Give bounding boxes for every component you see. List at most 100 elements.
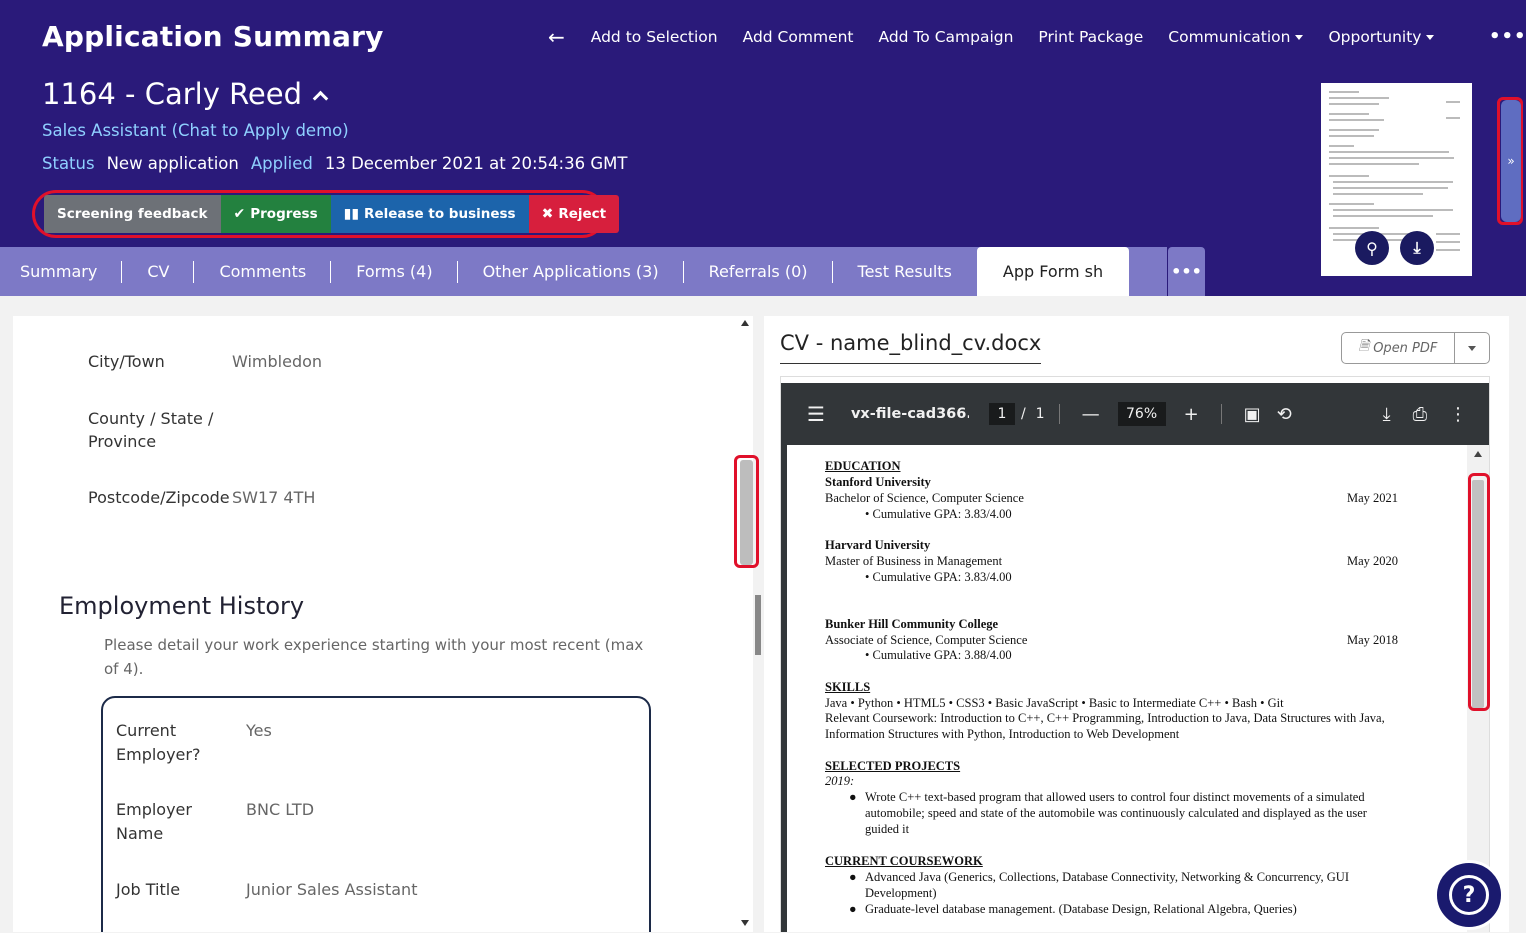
release-to-business-button[interactable]: ▮▮ Release to business (330, 195, 529, 233)
page-scrollbar-thumb[interactable] (755, 595, 761, 655)
communication-dropdown[interactable]: Communication (1168, 28, 1304, 46)
download-icon[interactable]: ⤓ (1400, 231, 1434, 265)
add-comment-link[interactable]: Add Comment (743, 28, 854, 46)
print-package-link[interactable]: Print Package (1038, 28, 1143, 46)
bottom-strip (0, 933, 1526, 951)
postcode-value: SW17 4TH (232, 488, 316, 507)
tab-test-results[interactable]: Test Results (833, 247, 977, 296)
tab-referrals[interactable]: Referrals (0) (684, 247, 833, 296)
thumb-line (1446, 117, 1460, 119)
download-icon[interactable]: ⤓ (1383, 404, 1391, 425)
more-options-icon[interactable]: ••• (1489, 26, 1526, 47)
tab-more-button[interactable]: ••• (1168, 247, 1205, 296)
top-nav: ← Add to Selection Add Comment Add To Ca… (548, 25, 1459, 49)
job-title-link[interactable]: Sales Assistant (Chat to Apply demo) (42, 121, 349, 140)
date: May 2021 (1347, 491, 1399, 505)
thumb-line (1329, 119, 1384, 121)
file-pdf-icon: 🗎 (1358, 339, 1374, 354)
city-town-label: City/Town (88, 352, 165, 371)
thumb-line (1329, 103, 1379, 105)
open-pdf-button-group: 🗎 Open PDF (1341, 332, 1490, 364)
status-label: Status (42, 154, 95, 173)
tab-label: Comments (219, 262, 307, 281)
job-title-label: Job Title (116, 880, 181, 899)
opportunity-label: Opportunity (1328, 28, 1422, 46)
bullet: ● (849, 870, 857, 884)
course-line: Advanced Java (Generics, Collections, Da… (865, 870, 1349, 884)
thumb-line (1329, 129, 1379, 131)
scroll-up-arrow-icon[interactable] (1474, 451, 1482, 457)
thumb-line (1333, 181, 1453, 183)
tab-other-applications[interactable]: Other Applications (3) (458, 247, 684, 296)
coursework-heading: CURRENT COURSEWORK (825, 854, 983, 868)
status-line: Status New application Applied 13 Decemb… (42, 154, 639, 173)
thumb-line (1329, 227, 1379, 229)
more-vertical-icon[interactable]: ⋮ (1449, 404, 1467, 425)
postcode-label: Postcode/Zipcode (88, 488, 230, 507)
tab-label: CV (147, 262, 170, 281)
open-pdf-button[interactable]: 🗎 Open PDF (1342, 333, 1455, 363)
open-pdf-dropdown[interactable] (1455, 333, 1489, 363)
tabs: Summary CV Comments Forms (4) Other Appl… (0, 247, 1130, 296)
tab-comments[interactable]: Comments (194, 247, 332, 296)
add-to-selection-link[interactable]: Add to Selection (591, 28, 718, 46)
current-employer-label: Current Employer? (116, 719, 200, 767)
applied-label: Applied (250, 154, 313, 173)
projects-heading: SELECTED PROJECTS (825, 759, 961, 773)
applied-value: 13 December 2021 at 20:54:36 GMT (324, 154, 628, 173)
help-button[interactable]: ? (1434, 860, 1504, 930)
thumb-line (1446, 101, 1460, 103)
cv-thumbnail[interactable] (1321, 83, 1472, 276)
zoom-in-icon[interactable]: ⚲ (1355, 231, 1389, 265)
thumb-line (1329, 97, 1389, 99)
opportunity-dropdown[interactable]: Opportunity (1328, 28, 1435, 46)
chevron-up-icon[interactable] (312, 90, 329, 106)
rotate-icon[interactable]: ⟲ (1277, 404, 1292, 425)
zoom-in-plus-icon[interactable]: + (1184, 404, 1199, 425)
question-mark-icon: ? (1449, 875, 1489, 915)
progress-label: Progress (250, 206, 318, 222)
county-label-line1: County / State / (88, 409, 214, 428)
tab-cv[interactable]: CV (122, 247, 195, 296)
degree: Bachelor of Science, Computer Science (825, 491, 1024, 505)
tab-label: App Form sh (1002, 262, 1104, 281)
project-line: guided it (865, 822, 910, 836)
label-line: Name (116, 824, 164, 843)
gpa: • Cumulative GPA: 3.88/4.00 (865, 648, 1012, 662)
candidate-header[interactable]: 1164 - Carly Reed (42, 77, 329, 111)
screening-feedback-button[interactable]: Screening feedback (44, 195, 221, 233)
tab-label: Referrals (0) (708, 262, 808, 281)
progress-button[interactable]: ✔ Progress (220, 195, 331, 233)
tab-app-form[interactable]: App Form sh (976, 247, 1130, 296)
thumb-line (1329, 157, 1454, 159)
tab-label: Other Applications (3) (482, 262, 659, 281)
thumb-line (1329, 203, 1374, 205)
thumb-line (1333, 209, 1453, 211)
thumb-line (1436, 233, 1460, 235)
side-panel-toggle[interactable]: » (1501, 100, 1521, 222)
zoom-level[interactable]: 76% (1117, 402, 1166, 426)
county-label-line2: Province (88, 432, 157, 451)
project-year: 2019: (825, 774, 855, 788)
caret-down-icon (1426, 34, 1435, 40)
scroll-down-arrow-icon[interactable] (741, 920, 749, 926)
zoom-out-icon[interactable]: — (1082, 404, 1100, 425)
add-to-campaign-link[interactable]: Add To Campaign (879, 28, 1014, 46)
thumb-line (1329, 151, 1449, 153)
hamburger-menu-icon[interactable]: ☰ (807, 402, 825, 426)
degree: Associate of Science, Computer Science (825, 633, 1028, 647)
reject-button[interactable]: ✖ Reject (528, 195, 620, 233)
back-arrow-icon[interactable]: ← (548, 25, 565, 49)
scroll-up-arrow-icon[interactable] (741, 320, 749, 326)
page-number-input[interactable]: 1 (988, 403, 1015, 425)
tab-summary[interactable]: Summary (0, 247, 123, 296)
fit-page-icon[interactable]: ▣ (1244, 404, 1261, 425)
skills-line: Information Structures with Python, Intr… (825, 727, 1180, 741)
pdf-filename: vx-file-cad366... (850, 406, 969, 422)
caret-down-icon (1295, 34, 1304, 40)
tab-label: Forms (4) (356, 262, 433, 281)
print-icon[interactable]: ⎙ (1413, 404, 1427, 425)
tab-forms[interactable]: Forms (4) (331, 247, 458, 296)
employment-entry-card: Current Employer? Yes Employer Name BNC … (101, 696, 651, 932)
bullet: ● (849, 902, 857, 916)
